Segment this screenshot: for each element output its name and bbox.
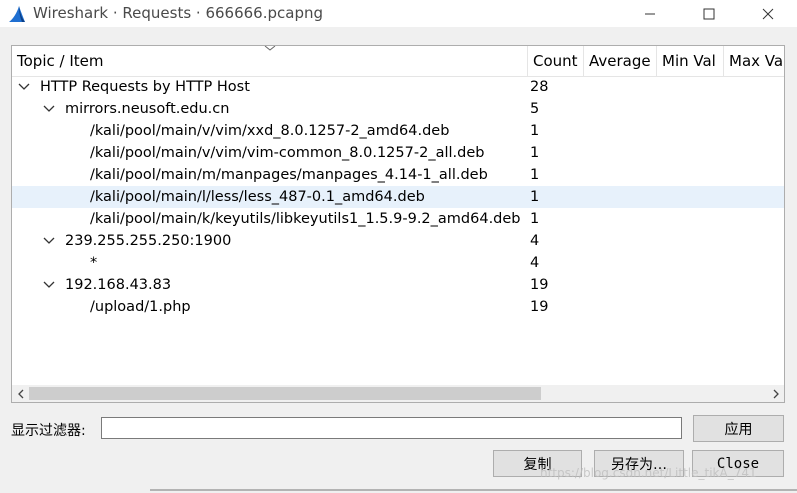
row-label: mirrors.neusoft.edu.cn — [65, 101, 230, 117]
chevron-left-icon — [17, 389, 23, 398]
wireshark-icon — [9, 6, 25, 22]
display-filter-label: 显示过滤器: — [11, 423, 86, 439]
tree-row-hovered[interactable]: /kali/pool/main/l/less/less_487-0.1_amd6… — [12, 186, 784, 208]
column-max-val[interactable]: Max Val — [724, 46, 784, 76]
scroll-left-button[interactable] — [12, 385, 29, 402]
horizontal-scrollbar[interactable] — [12, 385, 784, 402]
minimize-button[interactable] — [627, 0, 673, 27]
row-label: 239.255.255.250:1900 — [65, 233, 232, 249]
tree-row[interactable]: 239.255.255.250:1900 4 — [12, 230, 784, 252]
row-count: 1 — [530, 145, 540, 161]
row-label: /kali/pool/main/v/vim/vim-common_8.0.125… — [90, 145, 485, 161]
display-filter-input[interactable] — [101, 417, 682, 439]
tree-row[interactable]: /kali/pool/main/v/vim/vim-common_8.0.125… — [12, 142, 784, 164]
tree-row[interactable]: /kali/pool/main/k/keyutils/libkeyutils1_… — [12, 208, 784, 230]
chevron-down-icon[interactable] — [18, 82, 30, 92]
row-label: * — [90, 255, 98, 271]
row-count: 1 — [530, 123, 540, 139]
chevron-down-icon[interactable] — [43, 280, 55, 290]
maximize-icon — [703, 8, 715, 19]
tree-row[interactable]: /kali/pool/main/v/vim/xxd_8.0.1257-2_amd… — [12, 120, 784, 142]
row-label: HTTP Requests by HTTP Host — [40, 79, 250, 95]
row-label: /kali/pool/main/m/manpages/manpages_4.14… — [90, 167, 488, 183]
watermark: https://blog.csdn.net/Little_tikA_741 — [540, 466, 757, 480]
tree-row[interactable]: /upload/1.php 19 — [12, 296, 784, 318]
row-label: 192.168.43.83 — [65, 277, 172, 293]
scroll-right-button[interactable] — [767, 385, 784, 402]
tree-row[interactable]: mirrors.neusoft.edu.cn 5 — [12, 98, 784, 120]
row-count: 5 — [530, 101, 540, 117]
minimize-icon — [645, 13, 655, 14]
close-window-button[interactable] — [745, 0, 791, 27]
column-min-val[interactable]: Min Val — [657, 46, 724, 76]
row-count: 19 — [530, 299, 549, 315]
column-count[interactable]: Count — [528, 46, 584, 76]
row-count: 1 — [530, 167, 540, 183]
chevron-down-icon[interactable] — [43, 104, 55, 114]
column-average[interactable]: Average — [584, 46, 657, 76]
row-count: 1 — [530, 189, 540, 205]
title-bar: Wireshark · Requests · 666666.pcapng — [0, 0, 797, 27]
tree-row[interactable]: HTTP Requests by HTTP Host 28 — [12, 76, 784, 98]
chevron-down-icon[interactable] — [43, 236, 55, 246]
tree-header: Topic / Item Count Average Min Val Max V… — [12, 46, 784, 77]
close-icon — [762, 8, 774, 19]
apply-button[interactable]: 应用 — [693, 415, 784, 442]
row-count: 28 — [530, 79, 549, 95]
scrollbar-thumb[interactable] — [29, 387, 541, 400]
chevron-right-icon — [773, 389, 779, 398]
tree-row[interactable]: /kali/pool/main/m/manpages/manpages_4.14… — [12, 164, 784, 186]
sort-indicator-icon — [264, 46, 276, 51]
row-count: 19 — [530, 277, 549, 293]
window-title: Wireshark · Requests · 666666.pcapng — [33, 4, 323, 22]
row-count: 1 — [530, 211, 540, 227]
row-count: 4 — [530, 233, 540, 249]
row-label: /kali/pool/main/v/vim/xxd_8.0.1257-2_amd… — [90, 123, 450, 139]
tree-row-selected[interactable]: 192.168.43.83 19 — [12, 274, 784, 296]
row-label: /kali/pool/main/l/less/less_487-0.1_amd6… — [90, 189, 425, 205]
maximize-button[interactable] — [686, 0, 732, 27]
row-label: /upload/1.php — [90, 299, 191, 315]
row-count: 4 — [530, 255, 540, 271]
statistics-tree[interactable]: Topic / Item Count Average Min Val Max V… — [11, 45, 785, 403]
row-label: /kali/pool/main/k/keyutils/libkeyutils1_… — [90, 211, 521, 227]
window-bottom-edge — [150, 489, 797, 491]
tree-row[interactable]: * 4 — [12, 252, 784, 274]
